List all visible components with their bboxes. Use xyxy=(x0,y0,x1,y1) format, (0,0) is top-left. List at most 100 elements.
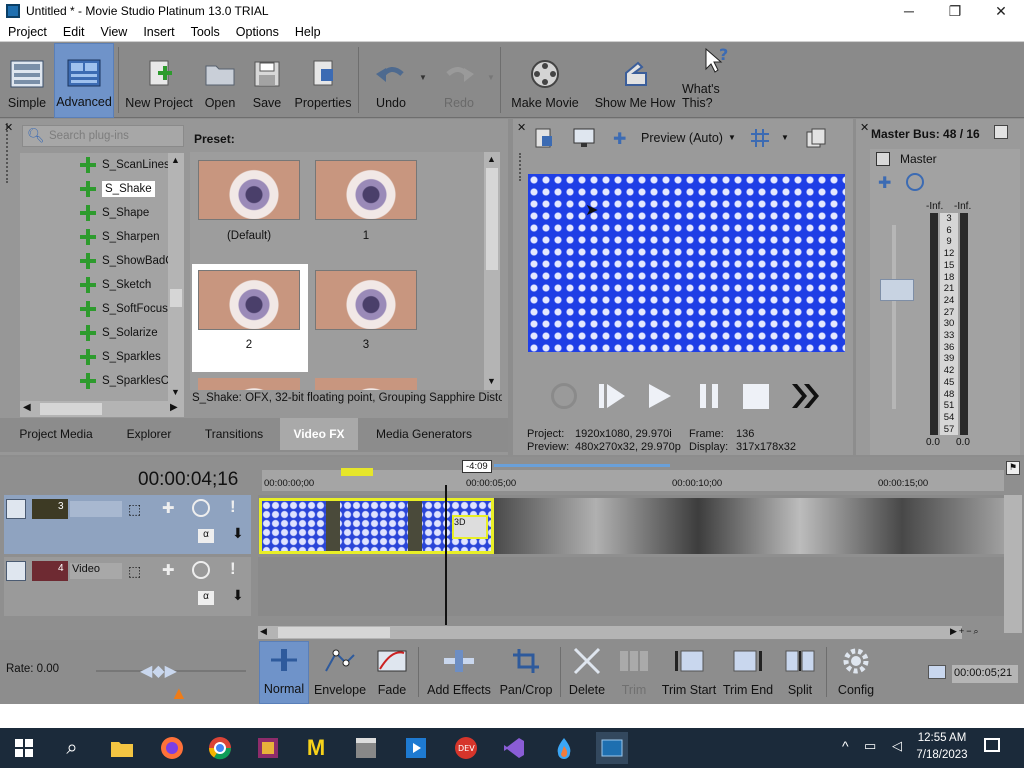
whats-this-button[interactable]: ? What's This? xyxy=(682,43,752,118)
save-button[interactable]: Save xyxy=(246,43,288,118)
scroll-thumb[interactable] xyxy=(486,168,498,270)
trim-button[interactable]: Trim xyxy=(612,641,656,704)
copy-snapshot-icon[interactable] xyxy=(805,127,827,149)
split-button[interactable]: Split xyxy=(778,641,822,704)
scroll-up-icon[interactable]: ▲ xyxy=(171,155,180,165)
scroll-down-icon[interactable]: ▼ xyxy=(487,376,496,386)
track-motion-icon[interactable]: ⬚ xyxy=(128,563,141,580)
undo-dropdown-icon[interactable]: ▼ xyxy=(419,73,427,82)
preview-quality-chevron-down-icon[interactable]: ▼ xyxy=(728,133,736,142)
tree-item[interactable]: S_ScanLinesI xyxy=(80,154,173,176)
preset-thumbnail[interactable] xyxy=(315,270,417,330)
close-panel-icon[interactable]: ✕ xyxy=(4,121,13,134)
envelope-tool-button[interactable]: Envelope xyxy=(312,641,368,704)
track-name-input[interactable]: Video xyxy=(70,563,122,579)
record-button[interactable] xyxy=(551,383,577,409)
trim-end-button[interactable]: Trim End xyxy=(720,641,776,704)
track-mute-icon[interactable] xyxy=(192,499,210,517)
track-expand-icon[interactable] xyxy=(6,499,26,519)
close-panel-icon[interactable]: ✕ xyxy=(860,121,869,134)
show-hidden-icons-icon[interactable]: ^ xyxy=(842,738,849,754)
search-icon[interactable]: ⌕ xyxy=(56,732,88,764)
app-m-icon[interactable]: M xyxy=(300,732,332,764)
marker-region[interactable] xyxy=(341,468,373,476)
maximize-button[interactable]: ❐ xyxy=(932,0,978,22)
clock-time[interactable]: 12:55 AM xyxy=(912,732,972,744)
end-timecode[interactable]: 00:00:05;21 xyxy=(952,665,1018,683)
preset-thumbnail[interactable] xyxy=(315,160,417,220)
properties-button[interactable]: Properties xyxy=(292,43,354,118)
minimize-button[interactable]: ─ xyxy=(886,0,932,22)
close-panel-icon[interactable]: ✕ xyxy=(517,121,526,134)
winrar-icon[interactable] xyxy=(252,732,284,764)
windows-start-icon[interactable] xyxy=(8,732,40,764)
track-fx-icon[interactable]: ✚ xyxy=(162,561,175,579)
make-movie-button[interactable]: Make Movie xyxy=(508,43,582,118)
track-solo-icon[interactable]: ! xyxy=(230,497,236,517)
timeline-horizontal-scrollbar[interactable]: ◀ xyxy=(258,626,962,639)
tree-item-selected[interactable]: S_Shake xyxy=(80,178,155,200)
tree-item[interactable]: S_Sparkles xyxy=(80,346,161,368)
preview-properties-icon[interactable] xyxy=(533,127,555,149)
paint-drop-icon[interactable] xyxy=(548,732,580,764)
track-motion-icon[interactable]: ⬚ xyxy=(128,501,141,518)
undo-button[interactable]: Undo xyxy=(366,43,416,118)
menu-help[interactable]: Help xyxy=(287,25,329,39)
loop-length-marker[interactable]: -4:09 xyxy=(462,460,492,473)
track-header-video-3[interactable]: 3 ⬚ ✚ ! α ⬇ xyxy=(4,495,251,554)
fade-button[interactable]: Fade xyxy=(370,641,414,704)
tree-item[interactable]: S_Sketch xyxy=(80,274,151,296)
pan-crop-button[interactable]: Pan/Crop xyxy=(498,641,554,704)
chrome-icon[interactable] xyxy=(204,732,236,764)
timeline-vertical-scrollbar[interactable] xyxy=(1004,495,1022,633)
play-from-start-button[interactable] xyxy=(597,381,629,411)
mute-icon[interactable] xyxy=(906,173,924,191)
scroll-up-icon[interactable]: ▲ xyxy=(487,154,496,164)
rate-slider-thumb[interactable]: ▲ xyxy=(170,683,188,704)
3d-transition-icon[interactable]: 3D xyxy=(452,515,488,539)
scroll-left-icon[interactable]: ◀ xyxy=(23,402,31,413)
tab-explorer[interactable]: Explorer xyxy=(114,418,184,450)
playhead-cursor[interactable] xyxy=(445,485,447,625)
notification-icon[interactable] xyxy=(984,738,1000,752)
tree-item[interactable]: S_SoftFocus xyxy=(80,298,168,320)
redo-button[interactable]: Redo xyxy=(434,43,484,118)
trim-start-button[interactable]: Trim Start xyxy=(660,641,718,704)
show-me-how-button[interactable]: Show Me How xyxy=(592,43,678,118)
tree-item[interactable]: S_Shape xyxy=(80,202,149,224)
external-monitor-icon[interactable] xyxy=(572,127,596,149)
simple-button[interactable]: Simple xyxy=(2,43,52,118)
track-solo-icon[interactable]: ! xyxy=(230,559,236,579)
grid-chevron-down-icon[interactable]: ▼ xyxy=(781,133,789,142)
scroll-thumb[interactable] xyxy=(170,289,182,307)
preset-scrollbar[interactable]: ▲ ▼ xyxy=(484,152,500,390)
scroll-thumb[interactable] xyxy=(278,627,390,638)
panel-grip[interactable] xyxy=(519,153,523,181)
track-fx-icon[interactable]: ✚ xyxy=(162,499,175,517)
file-explorer-icon[interactable] xyxy=(106,732,138,764)
menu-project[interactable]: Project xyxy=(0,25,55,39)
menu-insert[interactable]: Insert xyxy=(135,25,182,39)
compositing-mode-icon[interactable]: α xyxy=(198,591,214,605)
time-ruler[interactable]: 00:00:00;00 00:00:05;00 00:00:10;00 00:0… xyxy=(262,470,1004,491)
menu-tools[interactable]: Tools xyxy=(183,25,228,39)
movie-studio-taskbar-icon[interactable] xyxy=(596,732,628,764)
preset-thumbnail-partial[interactable] xyxy=(315,378,417,390)
delete-button[interactable]: Delete xyxy=(566,641,608,704)
stop-button[interactable] xyxy=(741,381,771,411)
marker-toggle-icon[interactable]: ⚑ xyxy=(1006,461,1020,475)
rate-slider-arrows-icon[interactable]: ◀◆▶ xyxy=(140,661,177,681)
config-button[interactable]: Config xyxy=(832,641,880,704)
scroll-left-icon[interactable]: ◀ xyxy=(260,626,267,637)
search-plugins-input[interactable]: 🔍︎ Search plug-ins xyxy=(22,125,184,147)
video-clip[interactable] xyxy=(494,498,1004,554)
preset-thumbnail-partial[interactable] xyxy=(198,378,300,390)
redo-dropdown-icon[interactable]: ▼ xyxy=(487,73,495,82)
timecode-display[interactable]: 00:00:04;16 xyxy=(138,469,238,491)
track-mute-icon[interactable] xyxy=(192,561,210,579)
preset-thumbnail[interactable] xyxy=(198,160,300,220)
video-clip-selected[interactable]: 3D xyxy=(259,498,494,554)
compositing-mode-icon[interactable]: α xyxy=(198,529,214,543)
preview-video-frame[interactable] xyxy=(528,174,845,352)
master-fx-chain-icon[interactable]: ✚ xyxy=(878,173,891,193)
